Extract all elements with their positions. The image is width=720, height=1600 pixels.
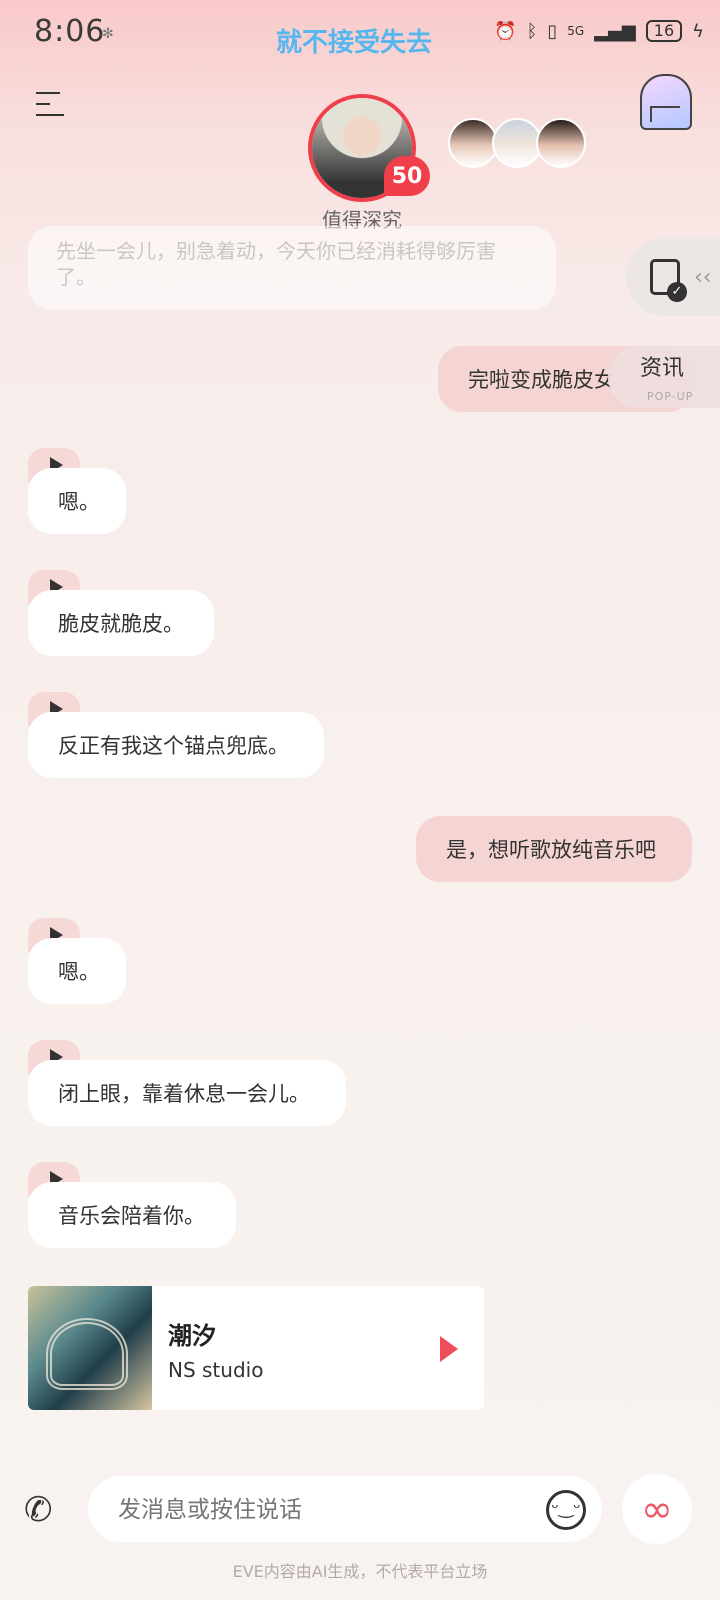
alarm-icon: ⏰ xyxy=(494,20,517,42)
emoji-icon[interactable]: ᵕ‿ᵕ xyxy=(546,1490,586,1530)
status-icons: ⏰ ᛒ ▯ 5G ▂▄▆ 16 ϟ xyxy=(494,20,704,42)
ai-disclaimer: EVE内容由AI生成，不代表平台立场 xyxy=(232,1562,488,1581)
chevron-left-icon: ‹‹ xyxy=(694,264,712,290)
vibrate-icon: ▯ xyxy=(547,20,558,42)
user-message[interactable]: 是，想听歌放纯音乐吧 xyxy=(416,816,692,882)
other-characters[interactable] xyxy=(448,118,586,168)
music-card[interactable] xyxy=(28,1286,484,1410)
character-message[interactable]: 脆皮就脆皮。 xyxy=(28,590,214,656)
news-title: 资讯 xyxy=(640,356,685,381)
portal-icon[interactable] xyxy=(640,74,692,130)
menu-icon[interactable] xyxy=(36,92,68,120)
music-play-icon[interactable] xyxy=(440,1336,458,1362)
charging-icon: ϟ xyxy=(692,20,704,42)
news-subtitle: POP-UP xyxy=(647,390,694,403)
lyric-overlay: 就不接受失去 xyxy=(276,28,433,58)
message-bubble-faded: 先坐一会儿，别急着动，今天你已经消耗得够厉害了。 xyxy=(28,226,556,310)
character-message[interactable]: 音乐会陪着你。 xyxy=(28,1182,236,1248)
affinity-heart-badge: 50 xyxy=(384,156,430,196)
weather-icon: ✻ xyxy=(102,26,114,42)
signal-icon: ▂▄▆ xyxy=(594,20,636,42)
character-message[interactable]: 嗯。 xyxy=(28,468,126,534)
character-avatar-mini[interactable] xyxy=(536,118,586,168)
infinity-icon[interactable]: ∞ xyxy=(622,1474,692,1544)
network-label: 5G xyxy=(567,24,585,38)
music-title: 潮汐 xyxy=(168,1322,216,1350)
character-message[interactable]: 嗯。 xyxy=(28,938,126,1004)
bluetooth-icon: ᛒ xyxy=(526,20,538,42)
music-artist: NS studio xyxy=(168,1358,264,1382)
side-tool-button[interactable]: ‹‹ xyxy=(626,238,720,316)
character-avatar-mini[interactable] xyxy=(448,118,498,168)
status-time: 8:06 xyxy=(34,14,106,49)
character-avatar-mini[interactable] xyxy=(492,118,542,168)
message-input[interactable] xyxy=(116,1476,520,1544)
character-message[interactable]: 反正有我这个锚点兜底。 xyxy=(28,712,324,778)
battery-icon: 16 xyxy=(645,20,683,42)
character-message[interactable]: 闭上眼，靠着休息一会儿。 xyxy=(28,1060,346,1126)
album-cover xyxy=(28,1286,152,1410)
checklist-icon xyxy=(650,259,687,302)
phone-call-icon[interactable]: ✆ xyxy=(24,1490,64,1530)
message-input-box[interactable] xyxy=(88,1476,602,1544)
